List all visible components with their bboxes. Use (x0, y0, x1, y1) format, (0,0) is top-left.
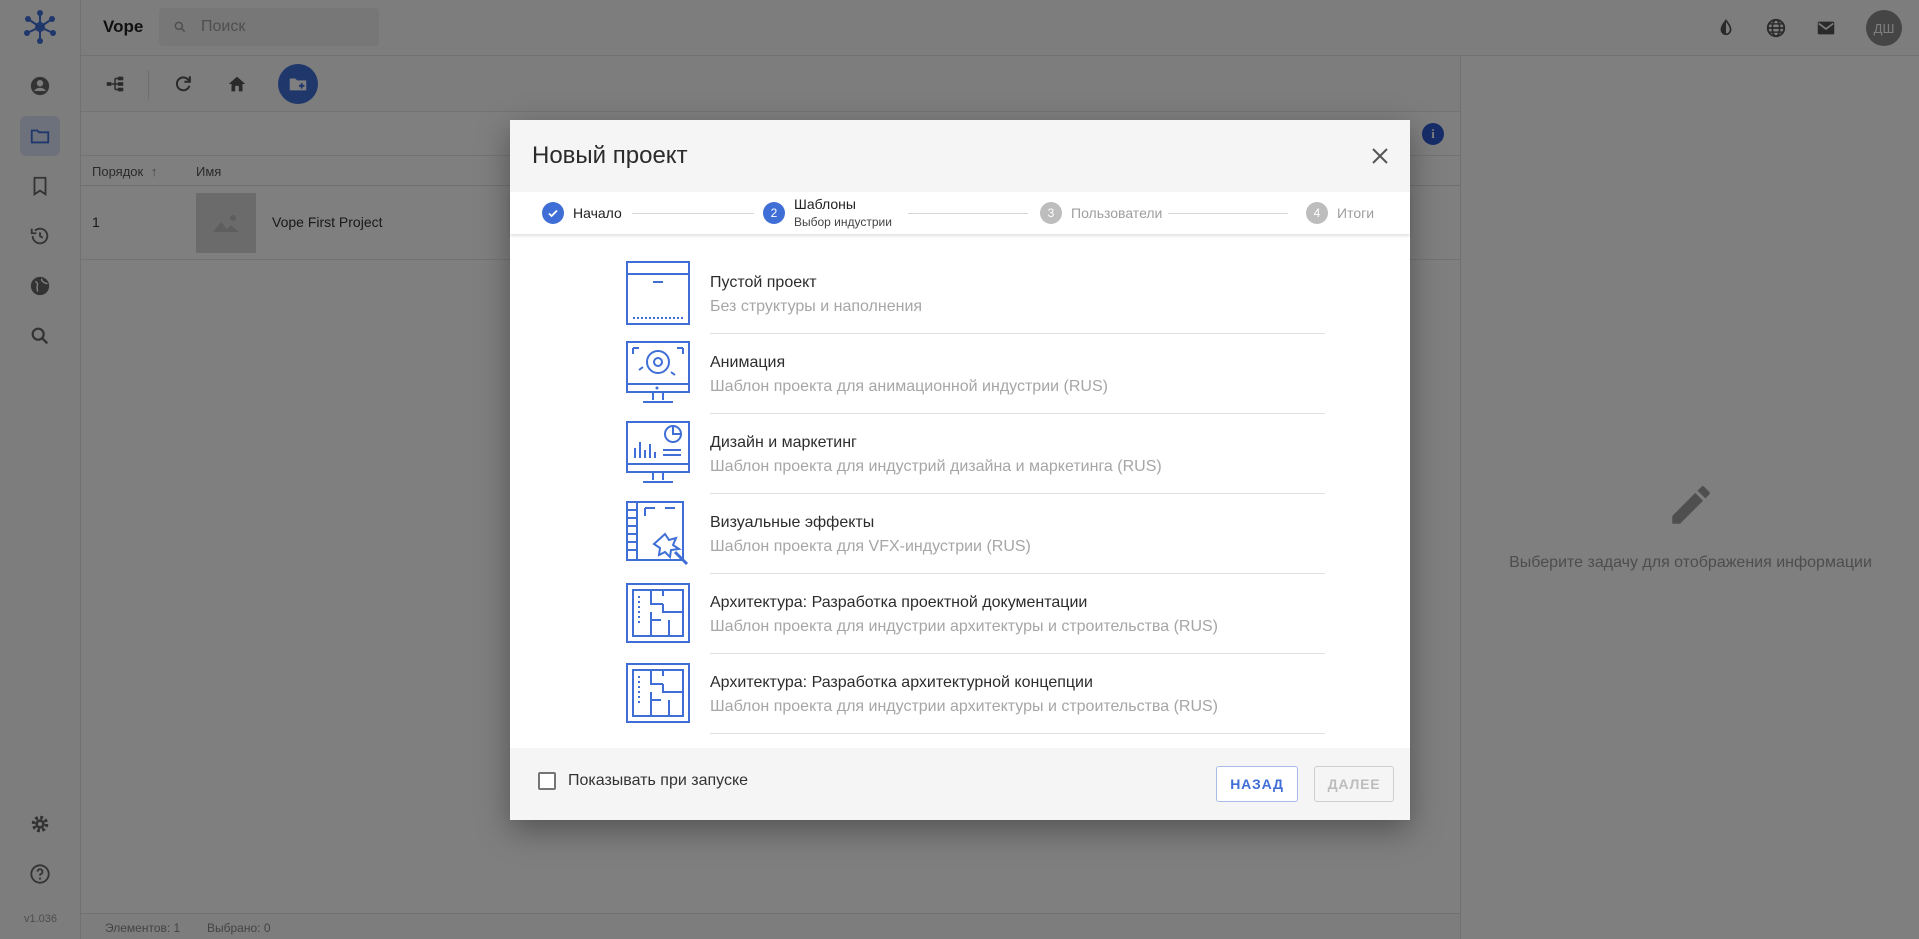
templates-list: Пустой проект Без структуры и наполнения… (510, 234, 1410, 748)
step-start-label: Начало (573, 205, 622, 221)
template-name: Архитектура: Разработка проектной докуме… (710, 594, 1088, 611)
template-desc: Шаблон проекта для VFX-индустрии (RUS) (710, 538, 1031, 555)
vfx-film-icon (626, 501, 689, 566)
template-item-arch-concept[interactable]: Архитектура: Разработка архитектурной ко… (625, 654, 1325, 734)
back-button[interactable]: НАЗАД (1216, 766, 1298, 802)
checkbox-box[interactable] (538, 772, 556, 790)
step-connector (632, 213, 754, 214)
step-start[interactable]: Начало (542, 192, 622, 234)
template-item-animation[interactable]: Анимация Шаблон проекта для анимационной… (625, 334, 1325, 414)
floor-plan-icon (626, 583, 690, 643)
dialog-footer: Показывать при запуске НАЗАД ДАЛЕЕ (510, 748, 1410, 820)
step-number: 4 (1306, 202, 1328, 224)
dialog-header: Новый проект (510, 120, 1410, 192)
step-summary[interactable]: 4 Итоги (1306, 192, 1374, 234)
next-button[interactable]: ДАЛЕЕ (1314, 766, 1394, 802)
step-number: 2 (763, 202, 785, 224)
show-on-startup-label: Показывать при запуске (568, 772, 749, 789)
step-templates[interactable]: 2 Шаблоны Выбор индустрии (763, 192, 892, 234)
dialog-title: Новый проект (532, 142, 688, 169)
stepper: Начало 2 Шаблоны Выбор индустрии 3 Польз… (510, 192, 1410, 234)
template-desc: Шаблон проекта для индустрий дизайна и м… (710, 458, 1162, 475)
animation-monitor-icon (626, 341, 690, 403)
new-project-dialog: Новый проект Начало 2 Шаблоны Выбор инду… (510, 120, 1410, 820)
step-templates-sub: Выбор индустрии (794, 215, 892, 230)
box-icon (626, 261, 690, 325)
template-name: Визуальные эффекты (710, 514, 875, 531)
analytics-monitor-icon (626, 421, 690, 483)
template-item-arch-docs[interactable]: Архитектура: Разработка проектной докуме… (625, 574, 1325, 654)
template-item-vfx[interactable]: Визуальные эффекты Шаблон проекта для VF… (625, 494, 1325, 574)
template-name: Пустой проект (710, 274, 817, 291)
template-name: Дизайн и маркетинг (710, 434, 857, 451)
step-users-label: Пользователи (1071, 205, 1163, 221)
template-name: Анимация (710, 354, 786, 371)
close-button[interactable] (1366, 142, 1394, 170)
template-desc: Шаблон проекта для индустрии архитектуры… (710, 698, 1219, 715)
step-templates-label: Шаблоны (794, 195, 856, 212)
step-users[interactable]: 3 Пользователи (1040, 192, 1162, 234)
step-connector (1168, 213, 1288, 214)
template-item-design[interactable]: Дизайн и маркетинг Шаблон проекта для ин… (625, 414, 1325, 494)
template-desc: Без структуры и наполнения (710, 298, 923, 315)
floor-plan-icon (626, 663, 690, 723)
show-on-startup-checkbox[interactable]: Показывать при запуске (538, 772, 748, 790)
step-number: 3 (1040, 202, 1062, 224)
close-icon (1372, 148, 1388, 164)
step-summary-label: Итоги (1337, 205, 1375, 221)
template-name: Архитектура: Разработка архитектурной ко… (710, 674, 1093, 691)
check-icon (542, 202, 564, 224)
template-desc: Шаблон проекта для индустрии архитектуры… (710, 618, 1219, 635)
separator (710, 733, 1325, 734)
template-desc: Шаблон проекта для анимационной индустри… (710, 378, 1108, 395)
step-connector (908, 213, 1028, 214)
template-item-empty[interactable]: Пустой проект Без структуры и наполнения (625, 254, 1325, 334)
